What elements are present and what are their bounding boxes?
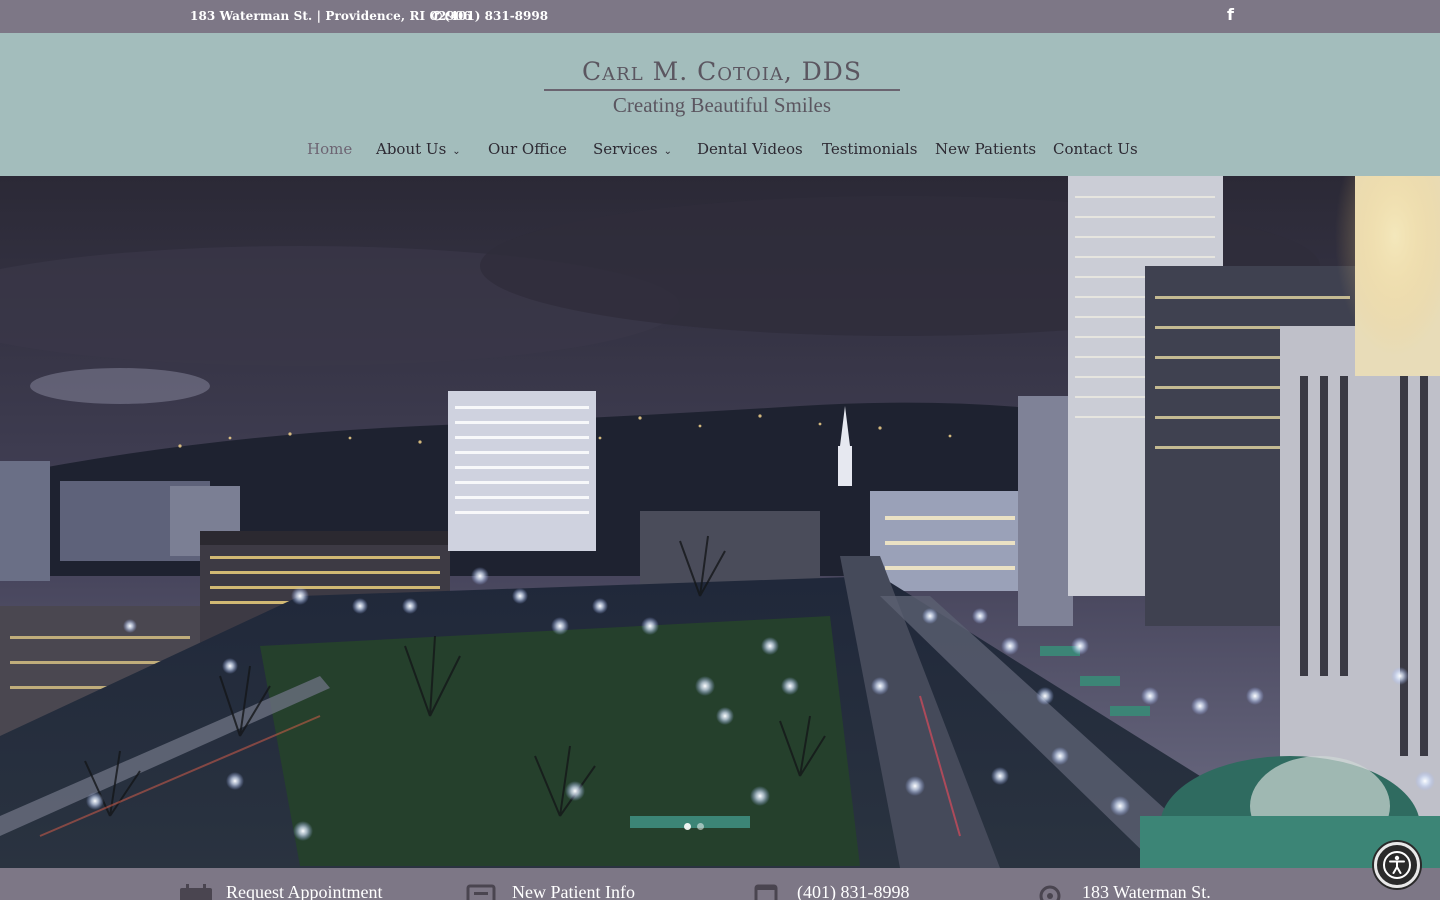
nav-dental-videos-label: Dental Videos	[697, 140, 803, 158]
top-phone-text: (401) 831-8998	[444, 9, 549, 23]
nav-our-office-label: Our Office	[488, 140, 567, 158]
phone-link[interactable]: (401) 831-8998	[797, 882, 909, 900]
slider-dot-1[interactable]	[684, 823, 691, 830]
map-pin-icon	[1039, 885, 1061, 900]
calendar-icon	[754, 884, 778, 900]
accessibility-button[interactable]	[1374, 842, 1420, 888]
main-nav: Home About Us ⌄ Our Office Services ⌄ Dent…	[0, 140, 1440, 162]
new-patient-info-link[interactable]: New Patient Info	[512, 882, 635, 900]
nav-contact-us-label: Contact Us	[1053, 140, 1138, 158]
message-icon	[466, 884, 496, 900]
top-address: 183 Waterman St. | Providence, RI 02906	[190, 9, 472, 23]
bottom-action-bar: Request Appointment New Patient Info (40…	[0, 868, 1440, 900]
nav-our-office[interactable]: Our Office	[488, 140, 567, 158]
logo-name: Carl M. Cotoia, DDS	[582, 57, 862, 86]
nav-dental-videos[interactable]: Dental Videos	[697, 140, 803, 158]
logo-rule	[544, 89, 900, 91]
calendar-icon	[180, 884, 212, 900]
nav-home[interactable]: Home	[307, 140, 352, 158]
nav-new-patients[interactable]: New Patients	[935, 140, 1036, 158]
nav-services-label: Services	[593, 140, 658, 158]
site-logo[interactable]: Carl M. Cotoia, DDS Creating Beautiful S…	[544, 57, 900, 121]
facebook-icon[interactable]: f	[1227, 5, 1234, 24]
logo-tagline: Creating Beautiful Smiles	[612, 93, 832, 117]
address-link[interactable]: 183 Waterman St.	[1082, 882, 1211, 900]
site-header: Carl M. Cotoia, DDS Creating Beautiful S…	[0, 33, 1440, 176]
nav-testimonials-label: Testimonials	[822, 140, 918, 158]
nav-contact-us[interactable]: Contact Us	[1053, 140, 1138, 158]
request-appointment-link[interactable]: Request Appointment	[226, 882, 383, 900]
hero-cityscape-image	[0, 176, 1440, 868]
nav-testimonials[interactable]: Testimonials	[822, 140, 917, 158]
phone-icon: ✆	[432, 9, 443, 23]
slider-dot-2[interactable]	[697, 823, 704, 830]
top-phone-link[interactable]: ✆ (401) 831-8998	[432, 9, 548, 23]
nav-services[interactable]: Services ⌄	[593, 140, 672, 158]
nav-home-label: Home	[307, 140, 353, 158]
nav-new-patients-label: New Patients	[935, 140, 1037, 158]
nav-about-us-label: About Us	[376, 140, 447, 158]
chevron-down-icon: ⌄	[663, 146, 672, 157]
top-bar: 183 Waterman St. | Providence, RI 02906 …	[0, 0, 1440, 33]
accessibility-icon	[1383, 851, 1411, 879]
cityscape-illustration	[0, 176, 1440, 868]
nav-about-us[interactable]: About Us ⌄	[376, 140, 461, 158]
chevron-down-icon: ⌄	[452, 146, 461, 157]
